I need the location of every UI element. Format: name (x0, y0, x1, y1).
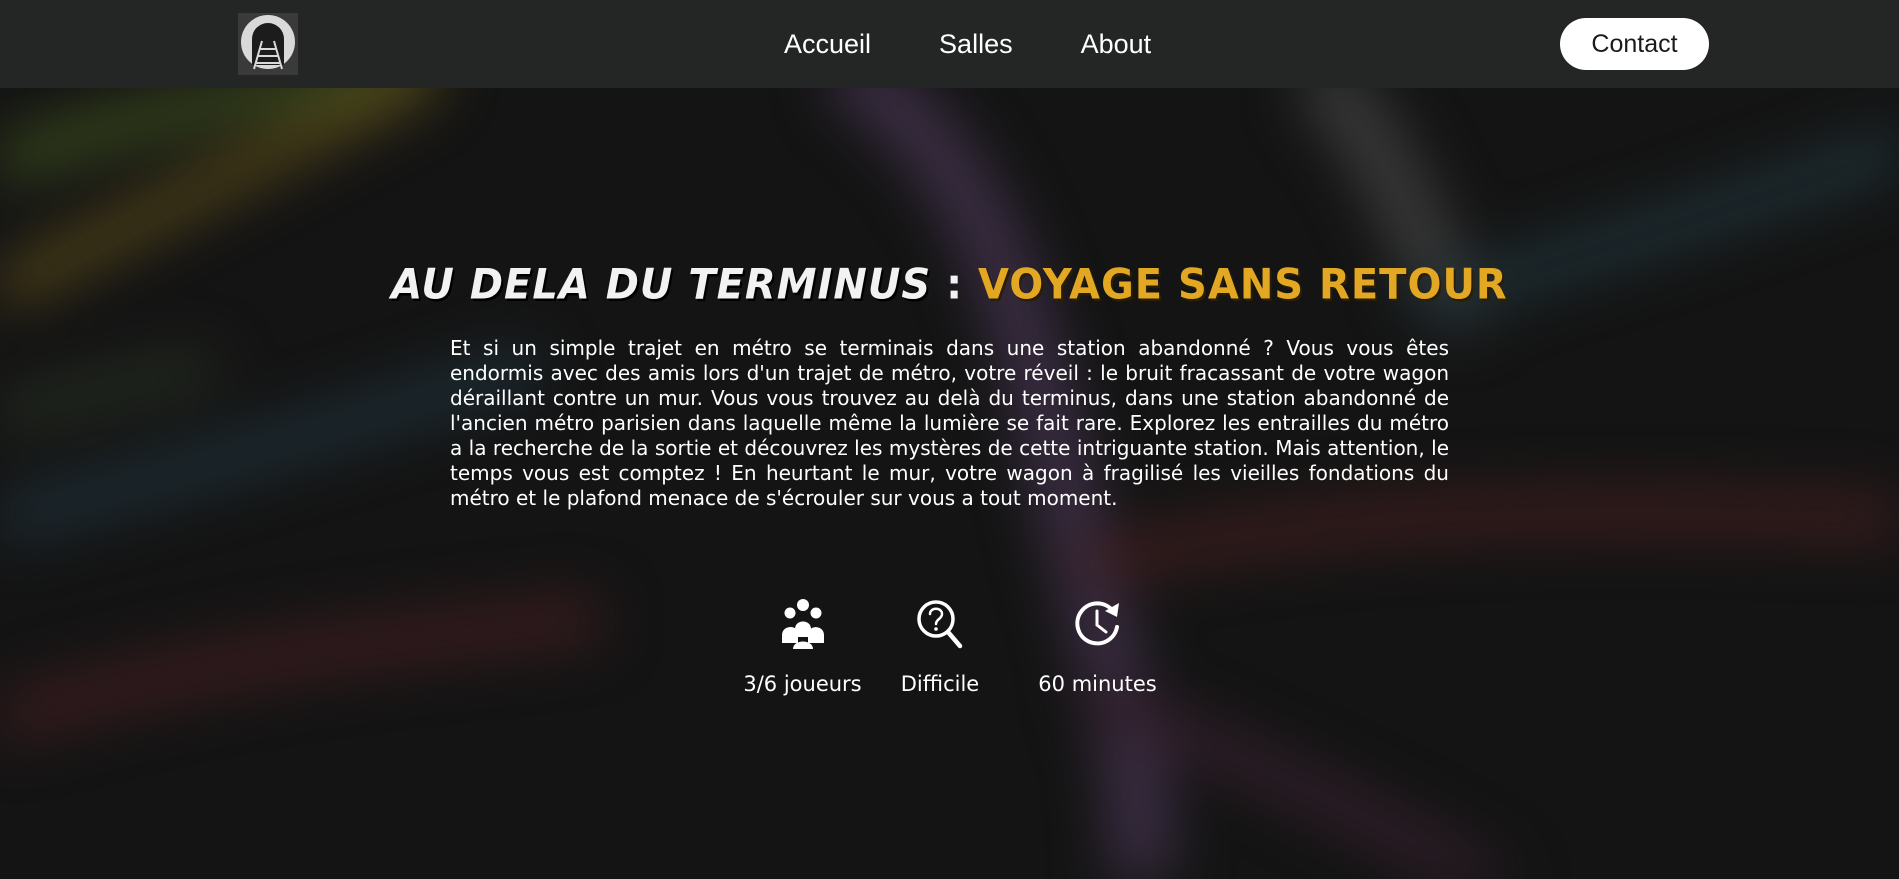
stat-players: 3/6 joueurs (740, 596, 865, 696)
title-separator: : (931, 260, 979, 310)
page-title: AU DELA DU TERMINUS : VOYAGE SANS RETOUR (0, 261, 1899, 309)
contact-button[interactable]: Contact (1560, 18, 1709, 70)
magnifier-question-icon (912, 596, 968, 652)
stat-duration-label: 60 minutes (1038, 672, 1157, 696)
nav-link-about[interactable]: About (1081, 29, 1152, 60)
navbar: Accueil Salles About Contact (0, 0, 1899, 88)
room-stats: 3/6 joueurs Difficile 60 minutes (730, 596, 1170, 716)
stat-difficulty-label: Difficile (900, 672, 980, 696)
nav-link-accueil[interactable]: Accueil (784, 29, 871, 60)
logo[interactable] (238, 13, 298, 75)
clock-refresh-icon (1070, 596, 1126, 652)
group-icon (775, 596, 831, 652)
nav-link-salles[interactable]: Salles (939, 29, 1013, 60)
title-primary: AU DELA DU TERMINUS (391, 260, 932, 310)
page: Accueil Salles About Contact AU DELA DU … (0, 0, 1899, 879)
title-accent: VOYAGE SANS RETOUR (978, 260, 1508, 310)
stat-duration: 60 minutes (1035, 596, 1160, 696)
stat-difficulty: Difficile (895, 596, 985, 696)
room-description: Et si un simple trajet en métro se termi… (450, 336, 1449, 510)
metro-tunnel-logo-icon (240, 13, 296, 75)
stat-players-label: 3/6 joueurs (743, 672, 862, 696)
main-navigation: Accueil Salles About (784, 0, 1151, 88)
